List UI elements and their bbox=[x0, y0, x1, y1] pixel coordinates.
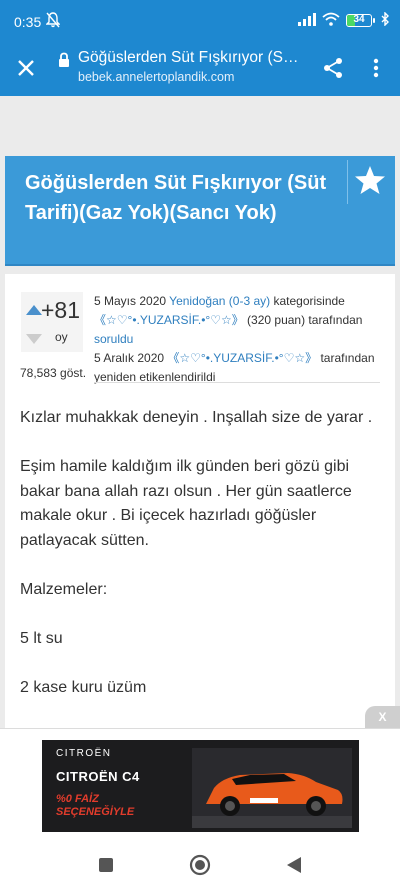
vote-label: oy bbox=[55, 330, 68, 344]
ad-container: CITROËN CITROËN C4 %0 FAİZ SEÇENEĞİYLE bbox=[0, 728, 400, 843]
category-suffix: kategorisinde bbox=[270, 294, 345, 308]
category-link[interactable]: Yenidoğan (0-3 ay) bbox=[169, 294, 270, 308]
page-url[interactable]: bebek.annelertoplandik.com bbox=[78, 70, 234, 84]
ad-close-label: X bbox=[378, 710, 387, 724]
body-paragraph: 5 lt su bbox=[20, 629, 63, 647]
vote-count: +81 bbox=[41, 297, 81, 323]
signal-icon bbox=[298, 12, 316, 29]
web-content: Göğüslerden Süt Fışkırıyor (Süt Tarifi)(… bbox=[0, 96, 400, 728]
asked-date: 5 Mayıs 2020 bbox=[94, 294, 167, 308]
body-paragraph: Eşim hamile kaldığım ilk günden beri göz… bbox=[20, 458, 352, 549]
ad-rate: %0 FAİZ bbox=[56, 793, 99, 805]
star-icon bbox=[354, 165, 386, 200]
wifi-icon bbox=[322, 12, 340, 29]
browser-toolbar: Göğüslerden Süt Fışkırıyor (S… bebek.ann… bbox=[0, 40, 400, 96]
system-nav-bar bbox=[0, 843, 400, 888]
article-title: Göğüslerden Süt Fışkırıyor (Süt Tarifi)(… bbox=[25, 172, 327, 224]
status-bar: 0:35 34 bbox=[0, 0, 400, 40]
favorite-button[interactable] bbox=[347, 160, 391, 204]
car-image bbox=[192, 748, 352, 828]
page-title: Göğüslerden Süt Fışkırıyor (S… bbox=[78, 49, 299, 66]
ad-close-button[interactable]: X bbox=[365, 706, 400, 728]
view-count: 78,583 göst. bbox=[20, 366, 87, 380]
meta-divider bbox=[94, 382, 380, 383]
close-icon[interactable] bbox=[12, 54, 40, 82]
asked-link[interactable]: soruldu bbox=[94, 332, 133, 346]
retag-author-link[interactable]: 《☆♡°•.YUZARSİF.•°♡☆》 bbox=[167, 351, 317, 365]
retag-date: 5 Aralık 2020 bbox=[94, 351, 165, 365]
ad-model: CITROËN C4 bbox=[56, 769, 140, 784]
status-time: 0:35 bbox=[14, 14, 42, 30]
bell-off-icon bbox=[45, 12, 61, 31]
author-link[interactable]: 《☆♡°•.YUZARSİF.•°♡☆》 bbox=[94, 313, 244, 327]
more-vert-icon[interactable] bbox=[364, 54, 388, 82]
body-paragraph: Malzemeler: bbox=[20, 580, 108, 598]
question-card: +81 oy 78,583 göst. 5 Mayıs 2020 Yenidoğ… bbox=[5, 274, 395, 728]
question-meta: 5 Mayıs 2020 Yenidoğan (0-3 ay) kategori… bbox=[94, 292, 384, 387]
recents-icon[interactable] bbox=[94, 853, 118, 877]
lock-icon[interactable] bbox=[58, 52, 70, 73]
share-icon[interactable] bbox=[320, 54, 346, 82]
ad-brand: CITROËN bbox=[56, 748, 112, 759]
article-title-box: Göğüslerden Süt Fışkırıyor (Süt Tarifi)(… bbox=[5, 156, 395, 266]
home-icon[interactable] bbox=[188, 853, 212, 877]
bluetooth-icon bbox=[381, 11, 390, 29]
back-icon[interactable] bbox=[282, 853, 306, 877]
ad-banner[interactable]: CITROËN CITROËN C4 %0 FAİZ SEÇENEĞİYLE bbox=[42, 740, 359, 832]
ad-option: SEÇENEĞİYLE bbox=[56, 806, 135, 818]
battery-text: 34 bbox=[353, 14, 365, 25]
vote-up-icon[interactable] bbox=[26, 302, 42, 320]
body-paragraph: Kızlar muhakkak deneyin . Inşallah size … bbox=[20, 409, 373, 426]
vote-down-icon[interactable] bbox=[26, 331, 42, 349]
body-paragraph: 2 kase kuru üzüm bbox=[20, 678, 147, 696]
vote-box: +81 oy bbox=[21, 292, 83, 352]
question-body: Kızlar muhakkak deneyin . Inşallah size … bbox=[20, 406, 385, 725]
author-points: (320 puan) tarafından bbox=[243, 313, 363, 327]
battery-icon: 34 bbox=[346, 14, 375, 27]
